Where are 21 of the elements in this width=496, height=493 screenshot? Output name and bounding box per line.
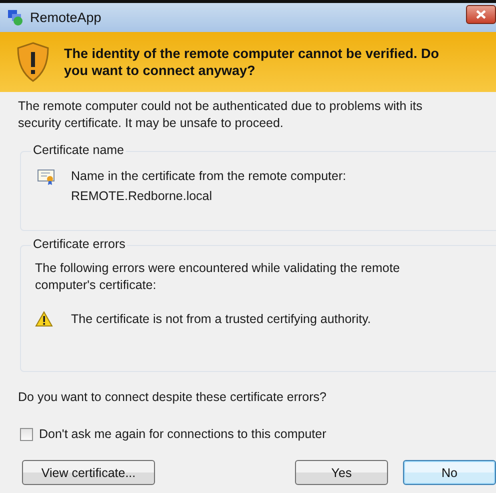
dialog-button[interactable]: No [403,460,496,485]
errors-description: The following errors were encountered while validating the remote computer's certificate: [35,260,401,294]
remote-desktop-icon [8,10,24,26]
group-legend: Certificate errors [31,237,128,251]
checkbox[interactable] [20,428,33,440]
dialog-button[interactable]: Yes [295,460,388,485]
close-button[interactable] [466,5,496,24]
dialog-button[interactable]: View certificate... [22,460,155,485]
warning-icon [35,311,53,327]
question-text: Do you want to connect despite these certificate errors? [18,390,328,404]
warning-heading: The identity of the remote computer cannot be verified. Do you want to connect anyway? [64,45,440,79]
certificate-text: REMOTE.Redborne.local [71,188,214,205]
certificate-text: Name in the certificate from the remote computer: [71,168,346,185]
group-legend: Certificate name [31,143,126,157]
warning-shield-icon [16,42,50,82]
window-title: RemoteApp [30,10,102,25]
close-icon [476,10,486,19]
certificate-icon [37,168,55,186]
checkbox-label[interactable]: Don't ask me again for connections to this computer [39,427,326,441]
intro-text: The remote computer could not be authenticated due to problems with its security certificate. It may be unsafe to proceed. [18,98,424,132]
error-text: The certificate is not from a trusted certifying authority. [71,312,371,326]
